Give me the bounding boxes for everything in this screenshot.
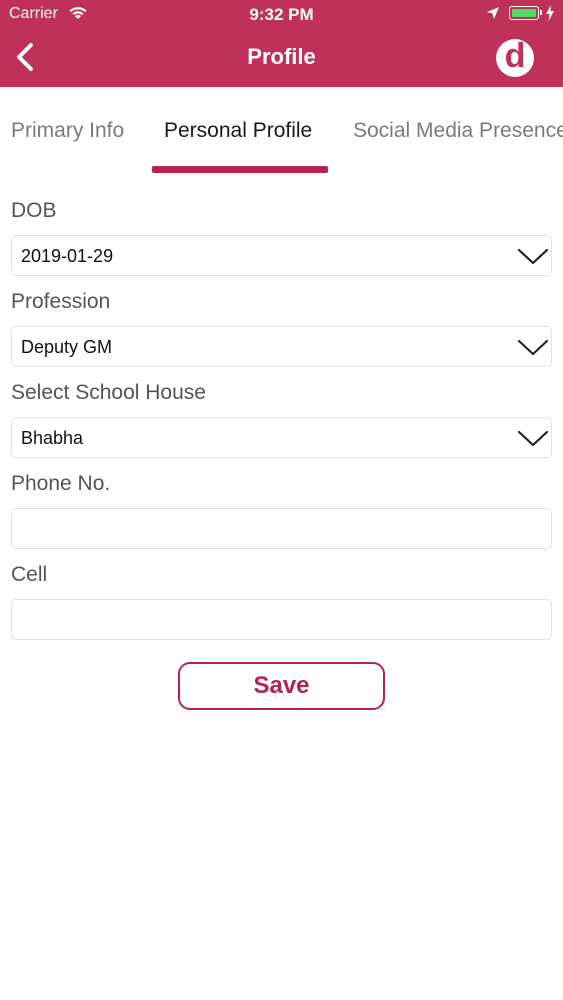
school-house-value: Bhabha bbox=[21, 428, 84, 448]
school-house-label: Select School House bbox=[11, 381, 206, 404]
chevron-down-icon bbox=[517, 430, 549, 447]
tab-personal-profile[interactable]: Personal Profile bbox=[164, 119, 312, 143]
phone-label: Phone No. bbox=[11, 472, 111, 495]
cell-input[interactable] bbox=[12, 600, 551, 639]
cell-field-wrapper bbox=[11, 599, 552, 640]
dob-dropdown[interactable]: 2019-01-29 bbox=[11, 235, 552, 276]
battery-icon bbox=[509, 6, 542, 20]
profession-dropdown[interactable]: Deputy GM bbox=[11, 326, 552, 367]
tab-primary-info[interactable]: Primary Info bbox=[11, 119, 124, 143]
profession-value: Deputy GM bbox=[21, 337, 113, 357]
school-house-dropdown[interactable]: Bhabha bbox=[11, 417, 552, 458]
cell-label: Cell bbox=[11, 563, 48, 586]
page-title: Profile bbox=[247, 44, 316, 69]
app-logo[interactable]: d bbox=[496, 39, 534, 77]
status-bar: Carrier 9:32 PM bbox=[0, 0, 563, 30]
chevron-down-icon bbox=[517, 248, 549, 265]
dob-label: DOB bbox=[11, 199, 57, 222]
tab-bar: Primary Info Personal Profile Social Med… bbox=[0, 87, 563, 177]
app-header: Carrier 9:32 PM Profile d bbox=[0, 0, 563, 87]
chevron-down-icon bbox=[517, 339, 549, 356]
phone-field-wrapper bbox=[11, 508, 552, 549]
profession-label: Profession bbox=[11, 290, 111, 313]
tab-social-media-presence[interactable]: Social Media Presence bbox=[353, 119, 563, 143]
charging-bolt-icon bbox=[545, 5, 555, 26]
phone-input[interactable] bbox=[12, 509, 551, 548]
location-arrow-icon bbox=[486, 6, 500, 25]
status-time: 9:32 PM bbox=[249, 5, 314, 24]
active-tab-indicator bbox=[152, 166, 328, 173]
save-button[interactable]: Save bbox=[178, 662, 385, 710]
dob-value: 2019-01-29 bbox=[21, 246, 114, 266]
